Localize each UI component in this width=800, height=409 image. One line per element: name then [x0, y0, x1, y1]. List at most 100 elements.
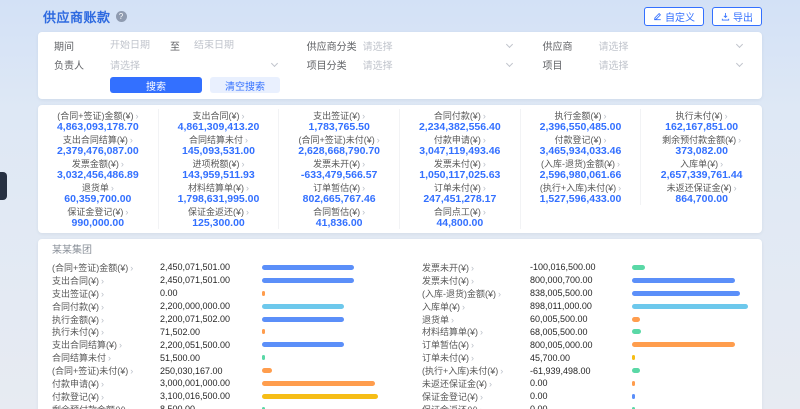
metric-card[interactable]: 未返还保证金(¥)› 864,700.00	[641, 181, 762, 205]
chevron-down-icon	[506, 60, 513, 67]
group-metric-row[interactable]: 材料结算单(¥)› 68,005,500.00	[422, 325, 748, 338]
group-metric-row[interactable]: (合同+签证)未付(¥)› 250,030,167.00	[52, 364, 378, 377]
group-metric-row[interactable]: 订单暂估(¥)› 800,005,000.00	[422, 338, 748, 351]
metric-card[interactable]: 合同付款(¥)› 2,234,382,556.40	[400, 109, 521, 133]
edit-pencil-icon	[653, 12, 662, 21]
group-metric-label: 订单暂估(¥)	[422, 340, 469, 350]
metric-card[interactable]: 付款登记(¥)› 3,465,934,033.46	[521, 133, 642, 157]
metric-card[interactable]: 支出合同(¥)› 4,861,309,413.20	[159, 109, 280, 133]
start-date-input[interactable]	[110, 40, 166, 51]
group-metric-row[interactable]: 合同结算未付› 51,500.00	[52, 351, 378, 364]
group-metric-row[interactable]: 发票未付(¥)› 800,000,700.00	[422, 274, 748, 287]
metric-card[interactable]: 发票金额(¥)› 3,032,456,486.89	[38, 157, 159, 181]
metric-card[interactable]: 退货单› 60,359,700.00	[38, 181, 159, 205]
group-metric-row[interactable]: 退货单› 60,005,500.00	[422, 313, 748, 326]
metric-card[interactable]: 剩余预付款金额(¥)› 373,082.00	[641, 133, 762, 157]
metric-card[interactable]: 进项税额(¥)› 143,959,511.93	[159, 157, 280, 181]
group-metric-label: 合同付款(¥)	[52, 302, 99, 312]
group-metric-label: 入库单(¥)	[422, 302, 460, 312]
metric-card[interactable]: 订单暂估(¥)› 802,665,767.46	[279, 181, 400, 205]
export-download-icon	[721, 12, 730, 21]
metric-card[interactable]: 合同点工(¥)› 44,800.00	[400, 205, 521, 229]
metric-card[interactable]: 材料结算单(¥)› 1,798,631,995.00	[159, 181, 280, 205]
group-metric-row[interactable]: 保证金返还(¥)› 0.00	[422, 403, 748, 409]
group-metric-value: 2,450,071,501.00	[160, 262, 262, 272]
page-header: 供应商账款 ? 自定义 导出	[38, 4, 762, 28]
group-metric-value: 2,200,071,502.00	[160, 314, 262, 324]
metric-value: 125,300.00	[161, 218, 277, 229]
group-metric-row[interactable]: (合同+签证)金额(¥)› 2,450,071,501.00	[52, 261, 378, 274]
export-button[interactable]: 导出	[712, 7, 762, 26]
group-metric-label: (入库-退货)金额(¥)	[422, 289, 496, 299]
metric-label: 付款登记(¥)	[554, 135, 601, 145]
metric-card[interactable]: (合同+签证)未付(¥)› 2,628,668,790.70	[279, 133, 400, 157]
metric-card[interactable]: 支出签证(¥)› 1,783,765.50	[279, 109, 400, 133]
group-metric-row[interactable]: 未返还保证金(¥)› 0.00	[422, 377, 748, 390]
chevron-right-icon: ›	[362, 183, 365, 193]
group-metric-row[interactable]: 执行未付(¥)› 71,502.00	[52, 325, 378, 338]
metric-label: 合同暂估(¥)	[313, 207, 360, 217]
chevron-right-icon: ›	[618, 183, 621, 193]
chevron-down-icon	[271, 60, 278, 67]
group-metric-row[interactable]: 订单未付(¥)› 45,700.00	[422, 351, 748, 364]
group-metric-row[interactable]: 付款申请(¥)› 3,000,001,000.00	[52, 377, 378, 390]
group-metric-row[interactable]: 合同付款(¥)› 2,200,000,000.00	[52, 300, 378, 313]
group-metric-row[interactable]: 支出合同(¥)› 2,450,071,501.00	[52, 274, 378, 287]
metric-card[interactable]: 合同结算未付› 145,093,531.00	[159, 133, 280, 157]
help-icon[interactable]: ?	[116, 11, 127, 22]
metric-card[interactable]: 支出合同结算(¥)› 2,379,476,087.00	[38, 133, 159, 157]
group-metric-value: 0.00	[530, 404, 632, 409]
group-metric-row[interactable]: 支出合同结算(¥)› 2,200,051,500.00	[52, 338, 378, 351]
group-metric-value: -100,016,500.00	[530, 262, 632, 272]
group-metric-label: 合同结算未付	[52, 353, 106, 363]
owner-select[interactable]: 请选择	[110, 57, 281, 72]
metric-card[interactable]: 执行未付(¥)› 162,167,851.00	[641, 109, 762, 133]
metric-bar	[262, 265, 354, 270]
group-metric-row[interactable]: 支出签证(¥)› 0.00	[52, 287, 378, 300]
filter-project-category: 项目分类 请选择	[307, 57, 517, 72]
metric-label: 进项税额(¥)	[192, 159, 239, 169]
search-button[interactable]: 搜索	[110, 77, 202, 93]
supplier-group-section: 某某集团 (合同+签证)金额(¥)› 2,450,071,501.00 支出合同…	[38, 239, 762, 409]
metric-card[interactable]: (执行+入库)未付(¥)› 1,527,596,433.00	[521, 181, 642, 205]
metric-card[interactable]: 合同暂估(¥)› 41,836.00	[279, 205, 400, 229]
group-metric-row[interactable]: 执行金额(¥)› 2,200,071,502.00	[52, 313, 378, 326]
metric-card[interactable]: (合同+签证)金额(¥)› 4,863,093,178.70	[38, 109, 159, 133]
group-metric-row[interactable]: 保证金登记(¥)› 0.00	[422, 390, 748, 403]
end-date-input[interactable]	[194, 40, 250, 51]
chevron-right-icon: ›	[738, 135, 741, 145]
filter-period: 期间 至	[54, 38, 281, 53]
clear-search-button[interactable]: 清空搜索	[210, 77, 280, 93]
metric-card[interactable]: 保证金登记(¥)› 990,000.00	[38, 205, 159, 229]
metric-card[interactable]: (入库-退货)金额(¥)› 2,596,980,061.66	[521, 157, 642, 181]
chevron-right-icon: ›	[720, 159, 723, 169]
metric-label: (入库-退货)金额(¥)	[541, 159, 615, 169]
metric-label: 未返还保证金(¥)	[667, 183, 732, 193]
supplier-category-select[interactable]: 请选择	[363, 38, 517, 53]
customize-button[interactable]: 自定义	[644, 7, 704, 26]
project-select[interactable]: 请选择	[598, 57, 746, 72]
metric-card[interactable]: 发票未付(¥)› 1,050,117,025.63	[400, 157, 521, 181]
metric-value: 864,700.00	[643, 194, 760, 205]
metric-card[interactable]: 付款申请(¥)› 3,047,119,493.46	[400, 133, 521, 157]
metric-bar-track	[262, 278, 378, 283]
project-category-select[interactable]: 请选择	[363, 57, 517, 72]
filter-actions: 搜索 清空搜索	[54, 77, 746, 93]
metric-card[interactable]: 发票未开(¥)› -633,479,566.57	[279, 157, 400, 181]
metric-bar-track	[632, 304, 748, 309]
group-metric-row[interactable]: 入库单(¥)› 898,011,000.00	[422, 300, 748, 313]
group-metric-row[interactable]: (入库-退货)金额(¥)› 838,005,500.00	[422, 287, 748, 300]
group-metric-row[interactable]: 发票未开(¥)› -100,016,500.00	[422, 261, 748, 274]
metric-card[interactable]: 入库单(¥)› 2,657,339,761.44	[641, 157, 762, 181]
sidebar-collapse-handle[interactable]	[0, 172, 7, 200]
supplier-select[interactable]: 请选择	[598, 38, 746, 53]
metric-value: 2,396,550,485.00	[523, 122, 639, 133]
metric-card[interactable]: 保证金返还(¥)› 125,300.00	[159, 205, 280, 229]
metric-card[interactable]: 订单未付(¥)› 247,451,278.17	[400, 181, 521, 205]
metric-label: 保证金返还(¥)	[188, 207, 244, 217]
supplier-accounts-page: 供应商账款 ? 自定义 导出 期间 至 供应商分类	[0, 4, 800, 409]
metric-card[interactable]: 执行金额(¥)› 2,396,550,485.00	[521, 109, 642, 133]
group-metric-row[interactable]: (执行+入库)未付(¥)› -61,939,498.00	[422, 364, 748, 377]
group-metric-row[interactable]: 付款登记(¥)› 3,100,016,500.00	[52, 390, 378, 403]
group-metric-row[interactable]: 剩余预付款金额(¥)› 8,500.00	[52, 403, 378, 409]
